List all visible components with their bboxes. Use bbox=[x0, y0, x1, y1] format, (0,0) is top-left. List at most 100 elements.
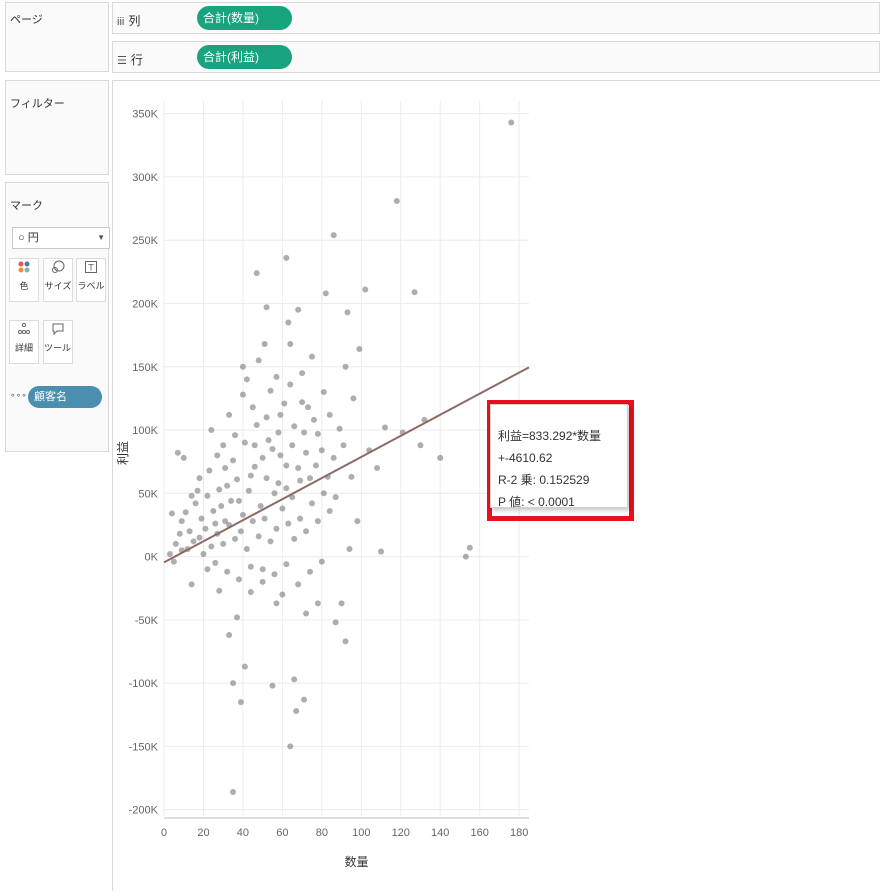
data-point bbox=[188, 492, 195, 499]
data-point bbox=[196, 475, 203, 482]
y-tick-label: 0K bbox=[145, 552, 159, 564]
color-icon bbox=[10, 259, 38, 279]
tooltip-button[interactable]: ツールヒ... bbox=[43, 320, 73, 364]
filters-title: フィルター bbox=[10, 98, 65, 110]
filters-card[interactable]: フィルター bbox=[5, 80, 109, 175]
columns-label-text: 列 bbox=[128, 14, 141, 28]
data-point bbox=[247, 563, 254, 570]
data-point bbox=[301, 696, 308, 703]
data-point bbox=[378, 548, 385, 555]
data-point bbox=[172, 540, 179, 547]
data-point bbox=[320, 490, 327, 497]
data-point bbox=[267, 387, 274, 394]
data-point bbox=[261, 515, 268, 522]
data-point bbox=[218, 502, 225, 509]
rows-shelf[interactable]: ☰ 行 合計(利益) bbox=[112, 41, 880, 73]
data-point bbox=[208, 543, 215, 550]
data-point bbox=[307, 475, 313, 482]
data-point bbox=[295, 306, 302, 313]
viz-area[interactable]: -200K -150K -100K -50K 0K 50K 100K 150K 200K 250K… bbox=[112, 80, 880, 891]
data-point bbox=[259, 578, 266, 585]
data-point bbox=[255, 357, 262, 364]
data-point bbox=[291, 676, 298, 683]
data-point bbox=[230, 788, 237, 795]
data-point bbox=[381, 424, 388, 431]
customer-name-pill[interactable]: 顧客名 bbox=[28, 386, 102, 408]
data-point bbox=[318, 447, 325, 454]
data-point bbox=[170, 558, 177, 565]
data-point bbox=[265, 437, 272, 444]
data-point bbox=[273, 600, 280, 607]
data-point bbox=[281, 400, 288, 407]
data-point bbox=[342, 363, 349, 370]
data-point bbox=[393, 197, 400, 204]
data-point bbox=[344, 309, 351, 316]
data-point bbox=[239, 363, 246, 370]
data-point bbox=[273, 373, 280, 380]
y-tick-label: -150K bbox=[129, 741, 159, 753]
data-point bbox=[180, 454, 187, 461]
data-point bbox=[297, 477, 304, 484]
x-tick-label: 160 bbox=[470, 827, 488, 839]
y-tick-label: 150K bbox=[132, 362, 158, 374]
data-point bbox=[178, 518, 185, 525]
tooltip-equation: 利益=833.292*数量+-4610.62 bbox=[498, 429, 602, 465]
data-point bbox=[318, 558, 325, 565]
data-point bbox=[287, 381, 294, 388]
data-point bbox=[241, 439, 248, 446]
y-tick-label: -50K bbox=[135, 615, 159, 627]
data-point bbox=[314, 518, 321, 525]
data-point bbox=[291, 423, 298, 430]
pages-card[interactable]: ページ bbox=[5, 2, 109, 72]
data-point bbox=[293, 707, 300, 714]
data-point bbox=[299, 370, 306, 377]
data-point bbox=[348, 473, 355, 480]
marks-title: マーク bbox=[10, 200, 43, 212]
y-tick-label: 300K bbox=[132, 172, 158, 184]
data-point bbox=[235, 576, 242, 583]
data-point bbox=[411, 289, 418, 296]
data-point bbox=[174, 449, 181, 456]
y-tick-label: 100K bbox=[132, 425, 158, 437]
data-point bbox=[182, 509, 189, 516]
y-tick-label: 250K bbox=[132, 235, 158, 247]
data-point bbox=[291, 535, 298, 542]
mark-type-select[interactable]: ○ 円 ▼ bbox=[12, 227, 110, 249]
data-point bbox=[287, 743, 294, 750]
data-point bbox=[234, 614, 240, 621]
x-tick-label: 60 bbox=[276, 827, 288, 839]
label-button[interactable]: T ラベル bbox=[76, 258, 106, 302]
data-point bbox=[247, 589, 254, 596]
data-point bbox=[508, 119, 515, 126]
data-point bbox=[230, 680, 237, 687]
detail-button[interactable]: 詳細 bbox=[9, 320, 39, 364]
columns-pill-quantity[interactable]: 合計(数量) bbox=[197, 6, 292, 30]
data-point bbox=[275, 429, 282, 436]
size-button[interactable]: サイズ bbox=[43, 258, 73, 302]
data-point bbox=[176, 530, 183, 537]
data-point bbox=[243, 376, 250, 383]
color-button[interactable]: 色 bbox=[9, 258, 39, 302]
data-point bbox=[350, 395, 357, 402]
data-point bbox=[243, 545, 250, 552]
data-point bbox=[263, 304, 270, 311]
y-tick-label: 200K bbox=[132, 298, 158, 310]
data-point bbox=[202, 525, 209, 532]
data-point bbox=[283, 462, 290, 469]
data-point bbox=[216, 486, 223, 493]
data-point bbox=[417, 442, 424, 449]
rows-pill-profit[interactable]: 合計(利益) bbox=[197, 45, 292, 69]
data-point bbox=[208, 427, 215, 434]
data-point bbox=[253, 421, 260, 428]
columns-shelf[interactable]: iii 列 合計(数量) bbox=[112, 2, 880, 34]
data-point bbox=[338, 600, 345, 607]
data-point bbox=[308, 500, 315, 507]
data-point bbox=[287, 340, 294, 347]
data-point bbox=[326, 508, 333, 515]
label-label: ラベル bbox=[77, 281, 105, 291]
data-point bbox=[196, 534, 203, 541]
data-point bbox=[210, 508, 217, 515]
data-point bbox=[234, 476, 240, 483]
data-point bbox=[220, 442, 227, 449]
label-icon: T bbox=[77, 259, 105, 279]
